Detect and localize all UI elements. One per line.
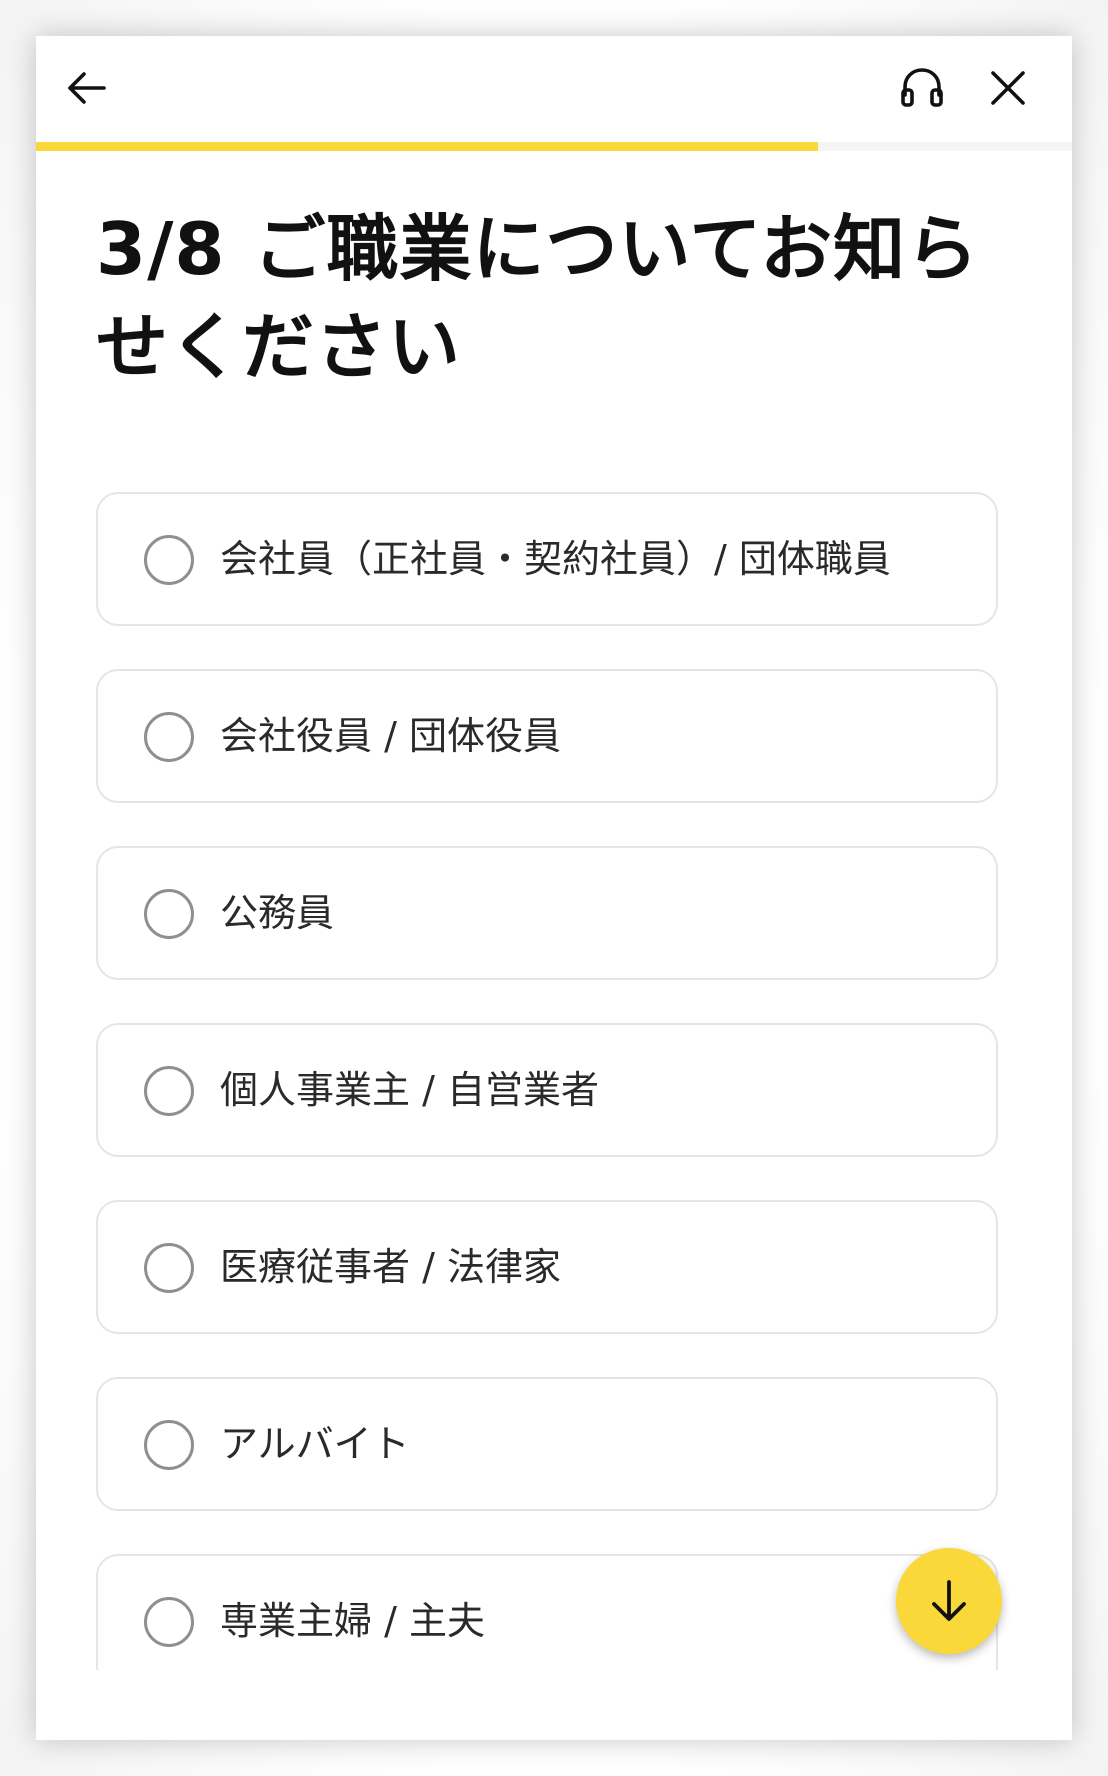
radio-button[interactable] [144, 1243, 194, 1293]
occupation-question-panel: 3/8 ご職業についてお知らせください 会社員（正社員・契約社員）/ 団体職員 会… [36, 36, 1072, 1740]
radio-button[interactable] [144, 1420, 194, 1470]
option-label: 会社役員 / 団体役員 [220, 714, 561, 758]
arrow-left-icon [68, 72, 106, 104]
occupation-options: 会社員（正社員・契約社員）/ 団体職員 会社役員 / 団体役員 公務員 個人事業… [96, 492, 1002, 1670]
step-indicator: 3/8 [96, 207, 226, 291]
scroll-down-button[interactable] [896, 1548, 1002, 1654]
option-company-employee[interactable]: 会社員（正社員・契約社員）/ 団体職員 [96, 492, 998, 626]
question-text: ご職業についてお知らせください [96, 207, 980, 389]
option-company-officer[interactable]: 会社役員 / 団体役員 [96, 669, 998, 803]
option-label: 専業主婦 / 主夫 [220, 1599, 485, 1643]
option-civil-servant[interactable]: 公務員 [96, 846, 998, 980]
option-part-time[interactable]: アルバイト [96, 1377, 998, 1511]
progress-bar-fill [36, 142, 818, 151]
option-label: 会社員（正社員・契約社員）/ 団体職員 [220, 537, 891, 581]
radio-button[interactable] [144, 889, 194, 939]
arrow-down-icon [932, 1580, 966, 1621]
top-bar [36, 36, 1072, 142]
option-label: アルバイト [220, 1422, 410, 1466]
option-label: 個人事業主 / 自営業者 [220, 1068, 599, 1112]
option-self-employed[interactable]: 個人事業主 / 自営業者 [96, 1023, 998, 1157]
option-label: 公務員 [220, 891, 335, 935]
back-button[interactable] [56, 58, 116, 118]
radio-button[interactable] [144, 1597, 194, 1647]
question-title: 3/8 ご職業についてお知らせください [96, 200, 996, 396]
close-button[interactable] [978, 58, 1038, 118]
option-medical-legal[interactable]: 医療従事者 / 法律家 [96, 1200, 998, 1334]
radio-button[interactable] [144, 535, 194, 585]
close-icon [991, 71, 1025, 105]
support-button[interactable] [892, 58, 952, 118]
radio-button[interactable] [144, 712, 194, 762]
progress-bar [36, 142, 1072, 151]
radio-button[interactable] [144, 1066, 194, 1116]
option-homemaker[interactable]: 専業主婦 / 主夫 [96, 1554, 998, 1670]
headset-icon [901, 68, 943, 107]
option-label: 医療従事者 / 法律家 [220, 1245, 561, 1289]
